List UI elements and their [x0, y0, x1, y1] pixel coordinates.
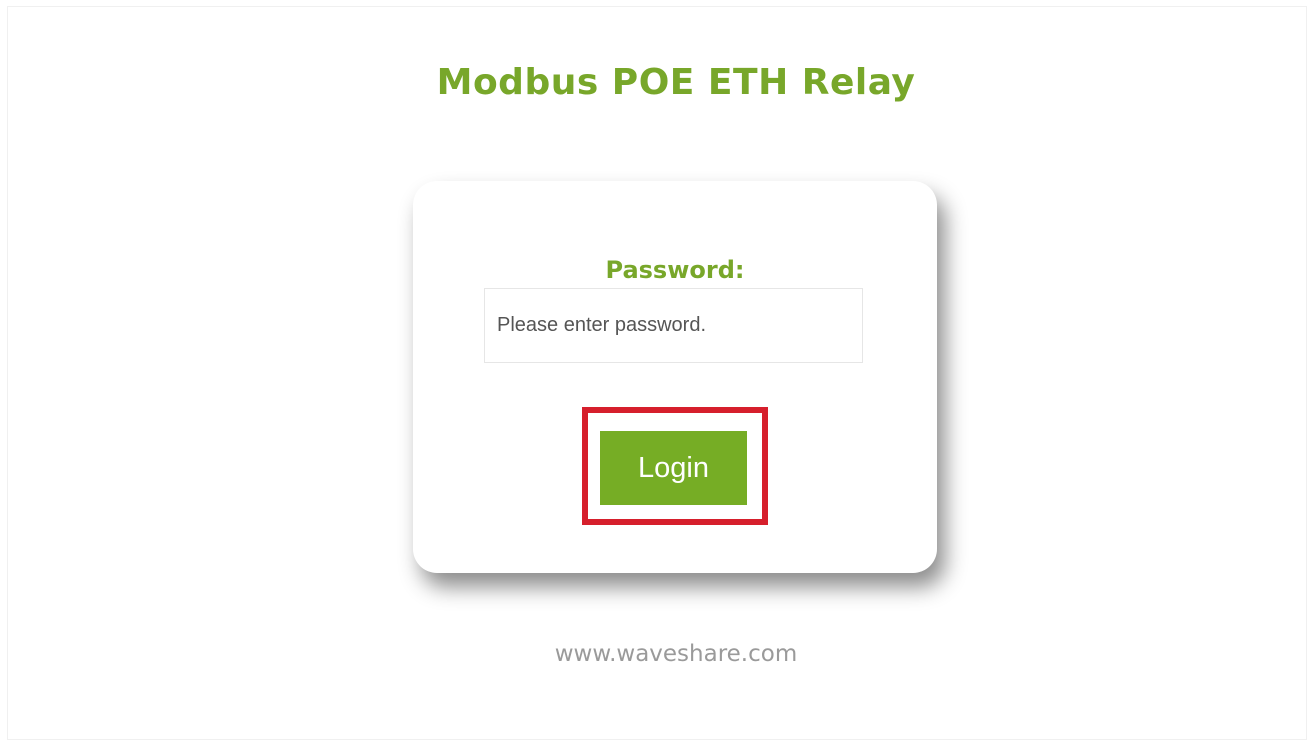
login-card: Password: Login — [413, 181, 937, 573]
password-input[interactable] — [484, 288, 863, 363]
password-label: Password: — [605, 256, 745, 284]
page-title: Modbus POE ETH Relay — [436, 62, 916, 103]
login-button[interactable]: Login — [600, 431, 747, 505]
footer-link[interactable]: www.waveshare.com — [0, 641, 1315, 667]
